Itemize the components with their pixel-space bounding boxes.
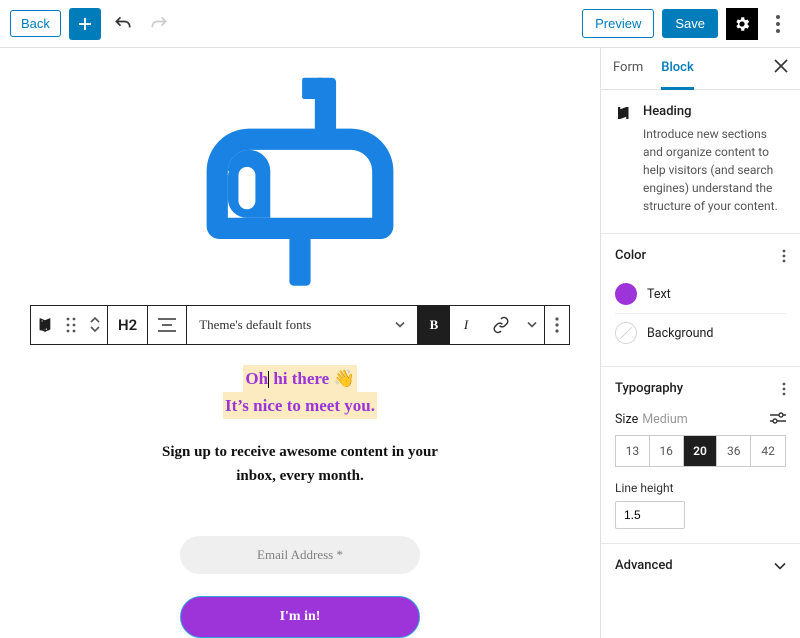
kebab-icon xyxy=(776,15,780,33)
block-info-text: Heading Introduce new sections and organ… xyxy=(643,104,786,215)
wave-emoji: 👋 xyxy=(333,369,354,388)
align-button[interactable] xyxy=(148,306,186,344)
heading-line1-a: Oh xyxy=(245,369,268,388)
size-16[interactable]: 16 xyxy=(650,436,684,466)
advanced-title: Advanced xyxy=(615,558,673,573)
size-custom-button[interactable] xyxy=(770,412,786,424)
text-color-label: Text xyxy=(647,287,671,302)
redo-icon xyxy=(149,14,169,34)
more-button[interactable] xyxy=(766,15,790,33)
subheading-text[interactable]: Sign up to receive awesome content in yo… xyxy=(160,441,440,488)
undo-icon xyxy=(113,14,133,34)
toolbar-left: Back xyxy=(10,8,173,40)
text-color-row[interactable]: Text xyxy=(615,275,786,313)
heading-line2: It’s nice to meet you. xyxy=(223,392,377,419)
main-area: H2 Theme's default fonts B I xyxy=(0,48,800,638)
submit-button[interactable]: I'm in! xyxy=(180,596,420,638)
heading-level-button[interactable]: H2 xyxy=(108,306,147,344)
block-info: Heading Introduce new sections and organ… xyxy=(601,90,800,234)
bold-button[interactable]: B xyxy=(418,306,450,344)
back-button[interactable]: Back xyxy=(10,10,61,37)
font-family-label: Theme's default fonts xyxy=(199,317,311,333)
close-panel-button[interactable] xyxy=(774,59,788,78)
heading-block-icon xyxy=(37,317,53,333)
redo-button[interactable] xyxy=(145,10,173,38)
preview-button[interactable]: Preview xyxy=(582,9,654,38)
block-toolbar: H2 Theme's default fonts B I xyxy=(30,305,570,345)
typography-title: Typography xyxy=(615,381,683,396)
chevron-down-icon xyxy=(90,325,100,332)
heading-block[interactable]: Oh hi there 👋 It’s nice to meet you. xyxy=(223,365,377,419)
font-family-select[interactable]: Theme's default fonts xyxy=(187,317,417,333)
heading-line1-b: hi there xyxy=(269,369,333,388)
line-height-input[interactable] xyxy=(615,501,685,529)
heading-block-icon xyxy=(615,104,633,215)
advanced-panel-toggle[interactable]: Advanced xyxy=(601,544,800,587)
settings-sidebar: Form Block Heading Introduce new section… xyxy=(600,48,800,638)
sidebar-tabs: Form Block xyxy=(601,48,800,90)
chevron-down-icon xyxy=(395,321,405,328)
size-13[interactable]: 13 xyxy=(616,436,650,466)
sliders-icon xyxy=(770,412,786,424)
block-description: Introduce new sections and organize cont… xyxy=(643,125,786,215)
undo-button[interactable] xyxy=(109,10,137,38)
block-type-button[interactable] xyxy=(31,306,59,344)
toolbar-right: Preview Save xyxy=(582,8,790,40)
more-formatting-button[interactable] xyxy=(520,306,544,344)
size-label: Size xyxy=(615,412,638,427)
editor-canvas: H2 Theme's default fonts B I xyxy=(0,48,600,638)
typography-options-button[interactable] xyxy=(782,382,786,396)
drag-icon xyxy=(65,317,77,333)
email-field[interactable]: Email Address * xyxy=(180,536,420,574)
chevron-down-icon xyxy=(527,321,537,328)
link-button[interactable] xyxy=(482,306,520,344)
background-color-row[interactable]: Background xyxy=(615,313,786,352)
size-36[interactable]: 36 xyxy=(717,436,751,466)
drag-handle[interactable] xyxy=(59,306,83,344)
move-buttons[interactable] xyxy=(83,306,107,344)
align-center-icon xyxy=(158,318,176,332)
bg-color-swatch xyxy=(615,322,637,344)
block-options-button[interactable] xyxy=(545,306,569,344)
color-options-button[interactable] xyxy=(782,249,786,263)
tab-block[interactable]: Block xyxy=(661,48,693,90)
add-block-button[interactable] xyxy=(69,8,101,40)
typography-panel: Typography Size Medium 13 16 20 36 4 xyxy=(601,367,800,544)
close-icon xyxy=(774,59,788,73)
size-20[interactable]: 20 xyxy=(684,436,718,466)
kebab-icon xyxy=(782,249,786,263)
text-color-swatch xyxy=(615,283,637,305)
color-panel: Color Text Background xyxy=(601,234,800,367)
block-title: Heading xyxy=(643,104,786,119)
chevron-up-icon xyxy=(90,317,100,324)
link-icon xyxy=(492,316,510,334)
settings-button[interactable] xyxy=(726,8,758,40)
size-buttons: 13 16 20 36 42 xyxy=(615,435,786,467)
kebab-icon xyxy=(555,317,559,333)
save-button[interactable]: Save xyxy=(662,9,718,38)
gear-icon xyxy=(733,15,751,33)
tab-form[interactable]: Form xyxy=(613,48,643,90)
bg-color-label: Background xyxy=(647,326,713,341)
line-height-label: Line height xyxy=(615,481,786,495)
kebab-icon xyxy=(782,382,786,396)
size-42[interactable]: 42 xyxy=(751,436,785,466)
plus-icon xyxy=(76,15,94,33)
mailbox-icon xyxy=(160,48,440,303)
color-panel-title: Color xyxy=(615,248,646,263)
top-toolbar: Back Preview Save xyxy=(0,0,800,48)
chevron-down-icon xyxy=(774,562,786,570)
size-preset: Medium xyxy=(642,412,687,427)
italic-button[interactable]: I xyxy=(450,306,482,344)
